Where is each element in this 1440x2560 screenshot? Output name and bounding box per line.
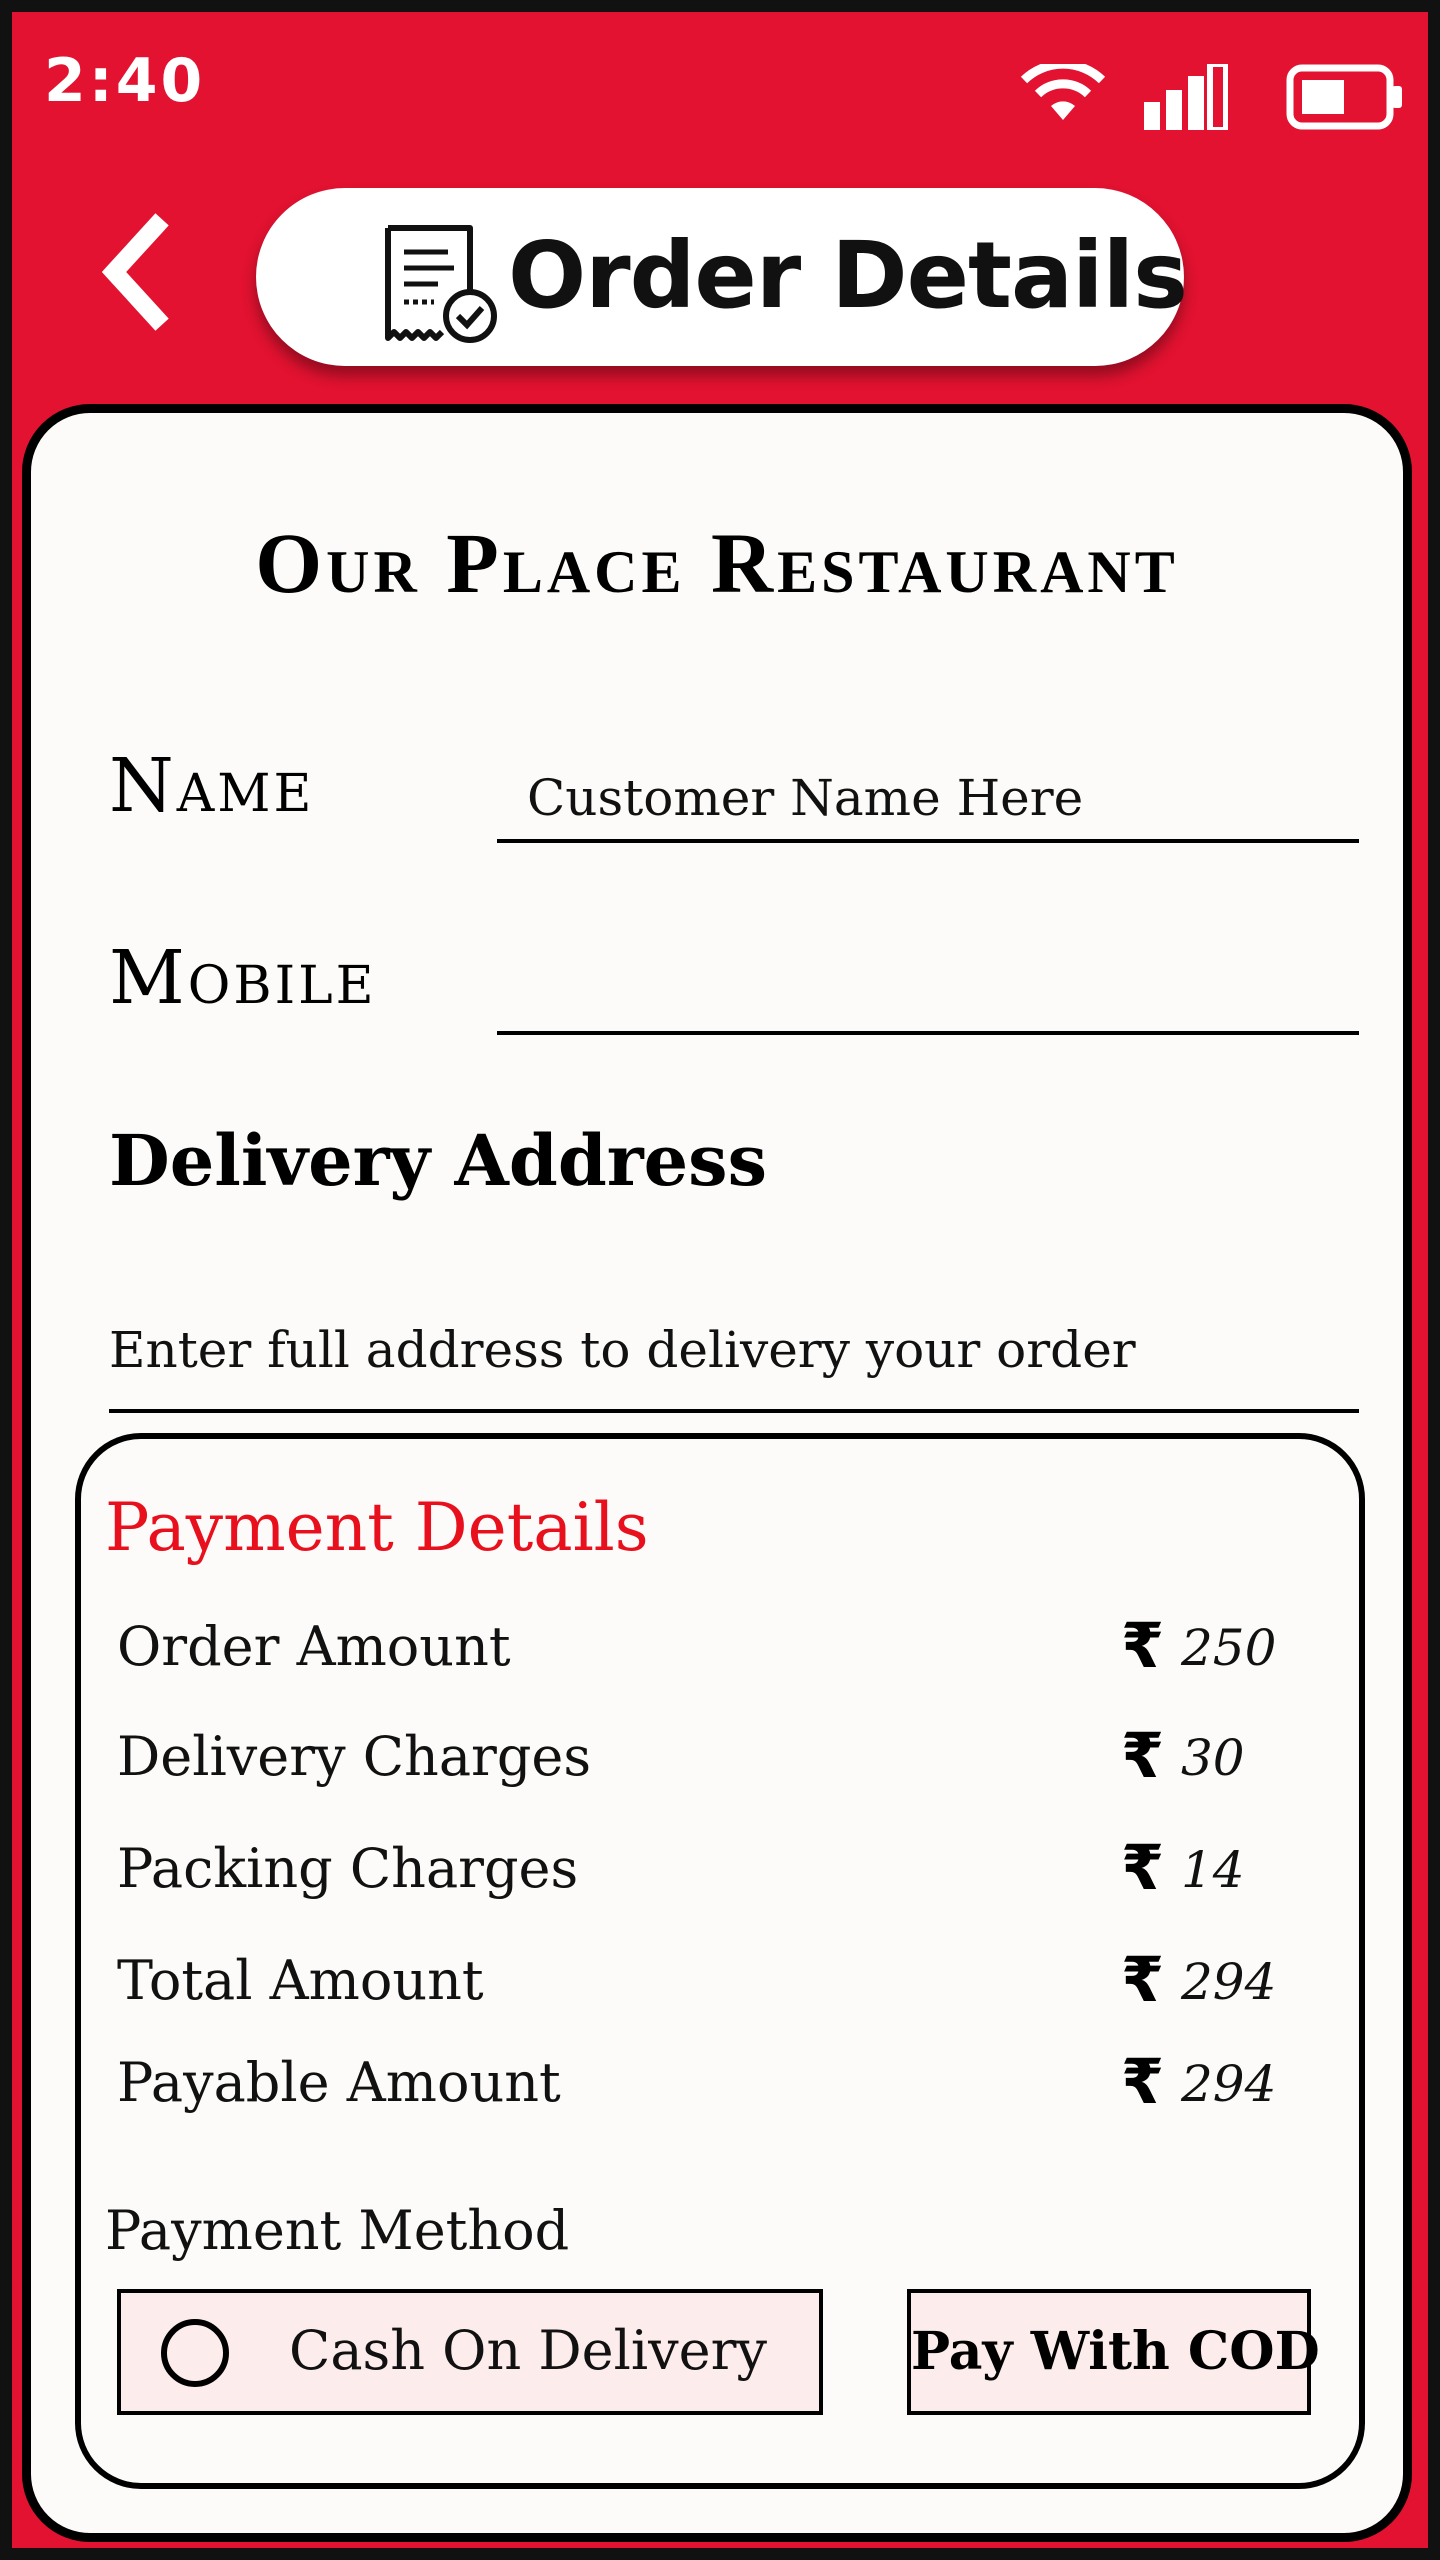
payment-method-label: Payment Method [105,2199,570,2262]
row-label: Payable Amount [117,2051,561,2114]
mobile-input[interactable] [497,961,1389,1019]
cod-radio-option[interactable]: Cash On Delivery [117,2289,823,2415]
row-amount: 250 [1181,1619,1277,1677]
rupee-icon: ₹ [1121,1719,1165,1792]
rupee-icon: ₹ [1121,1609,1165,1682]
chevron-left-icon [101,213,169,331]
header-title-pill: Order Details [256,188,1188,366]
row-amount: 30 [1181,1729,1245,1787]
status-time: 2:40 [44,46,206,116]
row-label: Total Amount [117,1949,484,2012]
row-amount: 14 [1181,1841,1245,1899]
radio-button[interactable] [161,2319,229,2387]
name-field [497,743,1389,843]
cod-option-label: Cash On Delivery [289,2319,767,2382]
restaurant-name: Our Place Restaurant [255,515,1179,611]
order-form-card: Our Place Restaurant Name Mobile Deliver… [22,404,1412,2542]
name-input[interactable] [497,769,1389,827]
pay-with-cod-button[interactable]: Pay With COD [907,2289,1320,2415]
rupee-icon: ₹ [1121,2045,1165,2118]
payment-row-total-amount: Total Amount ₹ 294 [117,1943,1297,2029]
back-button[interactable] [92,212,182,332]
row-label: Order Amount [117,1615,511,1678]
app-screen: 2:40 Order Details Our Place Restaurant … [12,12,1428,2548]
mobile-label: Mobile [109,935,377,1021]
name-label: Name [109,743,315,829]
payment-row-order-amount: Order Amount ₹ 250 [117,1609,1297,1695]
address-field [109,1293,1359,1413]
row-amount: 294 [1181,2055,1277,2113]
rupee-icon: ₹ [1121,1943,1165,2016]
address-heading: Delivery Address [109,1119,767,1202]
receipt-check-icon [385,225,497,343]
payment-details-title: Payment Details [105,1489,649,1566]
address-input[interactable] [109,1321,1359,1379]
signal-icon [1144,64,1228,130]
row-amount: 294 [1181,1953,1277,2011]
wifi-icon [1020,64,1106,120]
row-label: Delivery Charges [117,1725,592,1788]
payment-row-delivery-charges: Delivery Charges ₹ 30 [117,1719,1297,1805]
payment-row-packing-charges: Packing Charges ₹ 14 [117,1831,1297,1917]
battery-icon [1286,64,1402,130]
mobile-field [497,935,1389,1035]
payment-details-box: Payment Details Order Amount ₹ 250 Deliv… [75,1433,1365,2489]
rupee-icon: ₹ [1121,1831,1165,1904]
row-label: Packing Charges [117,1837,579,1900]
payment-row-payable-amount: Payable Amount ₹ 294 [117,2045,1297,2131]
page-title: Order Details [508,222,1188,329]
